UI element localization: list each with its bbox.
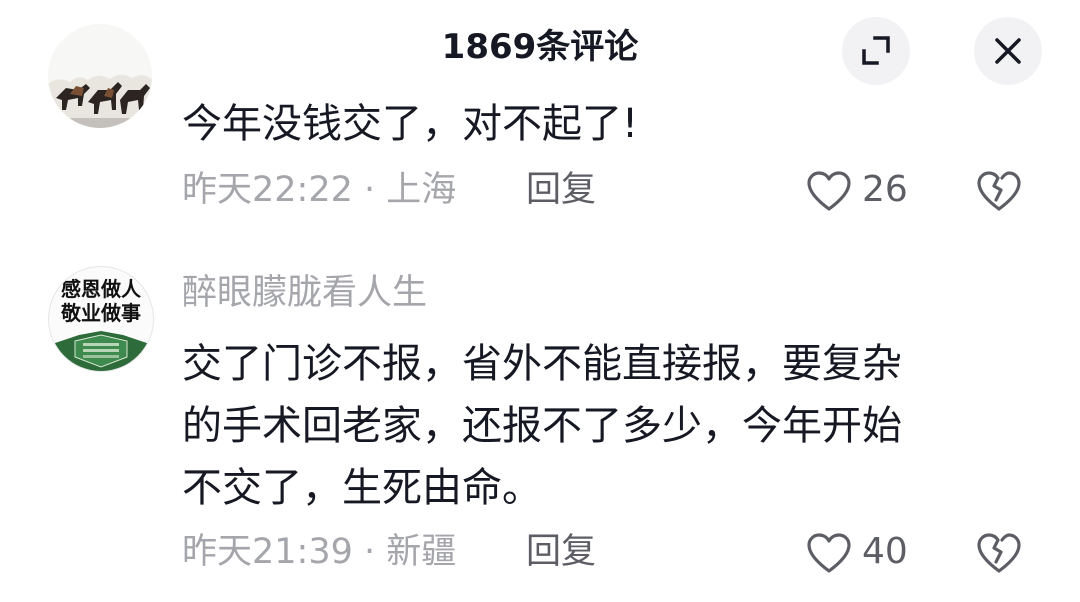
shield-emblem-icon bbox=[49, 331, 153, 371]
reply-button[interactable]: 回复 bbox=[526, 530, 596, 574]
avatar-slogan-line: 敬业做事 bbox=[61, 301, 141, 325]
heart-icon[interactable] bbox=[806, 532, 852, 574]
broken-heart-icon[interactable] bbox=[976, 168, 1022, 212]
comments-count-title: 1869条评论 bbox=[441, 27, 639, 67]
commenter-username[interactable]: 醉眼朦胧看人生 bbox=[182, 270, 427, 316]
comment-meta: 昨天21:39 · 新疆 bbox=[182, 532, 457, 572]
horses-avatar-icon bbox=[48, 24, 152, 128]
heart-icon[interactable] bbox=[806, 170, 852, 212]
like-count: 40 bbox=[862, 531, 908, 572]
commenter-avatar[interactable]: 感恩做人 敬业做事 bbox=[48, 266, 154, 372]
comment-text-line: 交了门诊不报，省外不能直接报，要复杂 bbox=[182, 341, 902, 387]
comment-text-line: 不交了，生死由命。 bbox=[182, 465, 542, 511]
reply-button[interactable]: 回复 bbox=[526, 168, 596, 212]
avatar-slogan-line: 感恩做人 bbox=[61, 277, 141, 301]
expand-button[interactable] bbox=[842, 17, 910, 85]
comment-meta: 昨天22:22 · 上海 bbox=[182, 170, 457, 210]
close-icon bbox=[995, 38, 1021, 64]
broken-heart-icon[interactable] bbox=[976, 530, 1022, 574]
comment-text: 今年没钱交了，对不起了! bbox=[182, 101, 639, 147]
comment-text-line: 的手术回老家，还报不了多少，今年开始 bbox=[182, 403, 902, 449]
close-button[interactable] bbox=[974, 17, 1042, 85]
commenter-avatar[interactable] bbox=[48, 24, 152, 128]
like-count: 26 bbox=[862, 169, 908, 210]
expand-icon bbox=[862, 36, 890, 65]
